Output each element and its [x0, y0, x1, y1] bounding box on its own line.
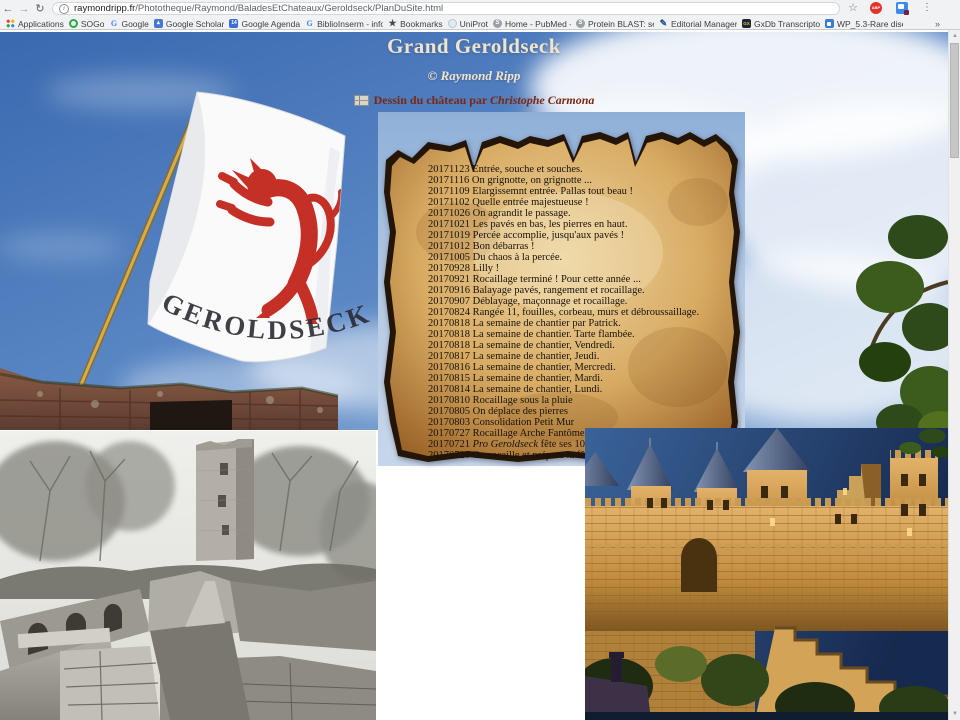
- journal-entry[interactable]: 20170816 La semaine de chantier, Mercred…: [428, 362, 728, 373]
- bookmark-label: GxDb Transcriptomic: [754, 19, 820, 29]
- back-icon[interactable]: ←: [0, 1, 16, 17]
- agenda-icon: 14: [229, 19, 238, 28]
- journal-entry[interactable]: 20170815 La semaine de chantier, Mardi.: [428, 373, 728, 384]
- star-black-icon: ★: [388, 19, 397, 28]
- leaf-cluster-overlay: [885, 420, 948, 460]
- browser-toolbar: ← → ↻ i raymondripp.fr/Phototheque/Raymo…: [0, 0, 960, 30]
- editorial-icon: ✎: [659, 19, 668, 28]
- bookmark-wp-5-3-rare-disease[interactable]: WP_5.3-Rare disease: [825, 19, 903, 29]
- address-bar[interactable]: i raymondripp.fr/Phototheque/Raymond/Bal…: [52, 2, 840, 15]
- bookmark-label: Google Scholar: [166, 19, 225, 29]
- journal-entry[interactable]: 20171012 Bon débarras !: [428, 241, 728, 252]
- scrollbar-thumb[interactable]: [950, 43, 959, 158]
- journal-entry[interactable]: 20171116 On grignotte, on grignotte ...: [428, 175, 728, 186]
- journal-entry[interactable]: 20171026 On agrandit le passage.: [428, 208, 728, 219]
- bookmark-biblioinserm-inform[interactable]: GBiblioInserm - inform: [305, 19, 383, 29]
- google-g-icon: G: [109, 19, 118, 28]
- journal-entry[interactable]: 20170810 Rocaillage sous la pluie: [428, 395, 728, 406]
- journal-entry[interactable]: 20170805 On déplace des pierres: [428, 406, 728, 417]
- night-castle-photo: [585, 428, 948, 720]
- journal-entry[interactable]: 20171021 Les pavés en bas, les pierres e…: [428, 219, 728, 230]
- bookmark-protein-blast-searc[interactable]: SProtein BLAST: searc: [576, 19, 654, 29]
- wp-icon: [825, 19, 834, 28]
- gx-icon: GX: [742, 19, 751, 28]
- bookmark-google[interactable]: GGoogle: [109, 19, 148, 29]
- sogo-icon: [69, 19, 78, 28]
- bookmark-star-icon[interactable]: ☆: [846, 1, 860, 15]
- bookmark-gxdb-transcriptomic[interactable]: GXGxDb Transcriptomic: [742, 19, 820, 29]
- vertical-scrollbar[interactable]: ▲ ▼: [948, 30, 960, 720]
- drawing-link-prefix: Dessin du château par: [374, 93, 487, 107]
- uniprot-icon: [448, 19, 457, 28]
- bookmark-label: SOGo: [81, 19, 105, 29]
- bookmark-uniprot[interactable]: UniProt: [448, 19, 488, 29]
- bookmark-label: WP_5.3-Rare disease: [837, 19, 903, 29]
- journal-entry[interactable]: 20170814 La semaine de chantier, Lundi.: [428, 384, 728, 395]
- bookmark-google-agenda[interactable]: 14Google Agenda: [229, 19, 300, 29]
- bookmark-label: BiblioInserm - inform: [317, 19, 383, 29]
- apps-grid-icon: [6, 19, 15, 28]
- journal-entry[interactable]: 20170818 La semaine de chantier, Vendred…: [428, 340, 728, 351]
- scroll-down-arrow-icon[interactable]: ▼: [949, 708, 960, 720]
- journal-entry[interactable]: 20171102 Quelle entrée majestueuse !: [428, 197, 728, 208]
- reload-icon[interactable]: ↻: [32, 1, 48, 17]
- journal-entry[interactable]: 20170818 La semaine de chantier par Patr…: [428, 318, 728, 329]
- journal-entry[interactable]: 20170928 Lilly !: [428, 263, 728, 274]
- drawing-link[interactable]: Dessin du château par Christophe Carmona: [0, 93, 948, 108]
- journal-entry[interactable]: 20171109 Elargissemnt entrée. Pallas tou…: [428, 186, 728, 197]
- journal-entry[interactable]: 20170818 La semaine de chantier. Tarte f…: [428, 329, 728, 340]
- journal-entry[interactable]: 20171005 Du chaos à la percée.: [428, 252, 728, 263]
- bookmark-label: Google: [121, 19, 148, 29]
- parchment-scroll: 20171123 Entrée, souche et souches.20171…: [378, 112, 745, 466]
- page-info-icon[interactable]: i: [59, 4, 69, 14]
- journal-entry[interactable]: 20170824 Rangée 11, fouilles, corbeau, m…: [428, 307, 728, 318]
- bookmark-home-pubmed-n[interactable]: SHome - PubMed - N: [493, 19, 571, 29]
- bookmark-sogo[interactable]: SOGo: [69, 19, 105, 29]
- bookmark-label: Bookmarks: [400, 19, 443, 29]
- journal-entry[interactable]: 20171019 Percée accomplie, jusqu'aux pav…: [428, 230, 728, 241]
- journal-entry[interactable]: 20171123 Entrée, souche et souches.: [428, 164, 728, 175]
- drawing-link-author: Christophe Carmona: [490, 93, 594, 107]
- ncbi-icon: S: [493, 19, 502, 28]
- chrome-menu-icon[interactable]: ⋮: [920, 1, 934, 15]
- scroll-up-arrow-icon[interactable]: ▲: [949, 30, 960, 42]
- journal-entry[interactable]: 20170817 La semaine de chantier, Jeudi.: [428, 351, 728, 362]
- screenshot-root: ← → ↻ i raymondripp.fr/Phototheque/Raymo…: [0, 0, 960, 720]
- bookmark-label: Editorial Manager®: [671, 19, 737, 29]
- messenger-extension-icon[interactable]: [896, 2, 908, 14]
- ncbi-icon: S: [576, 19, 585, 28]
- bookmark-bookmarks[interactable]: ★Bookmarks: [388, 19, 443, 29]
- forward-icon[interactable]: →: [16, 1, 32, 17]
- bookmark-label: Protein BLAST: searc: [588, 19, 654, 29]
- journal-list: 20171123 Entrée, souche et souches.20171…: [428, 164, 728, 461]
- navigation-bar: ← → ↻ i raymondripp.fr/Phototheque/Raymo…: [0, 0, 960, 17]
- scholar-icon: ▴: [154, 19, 163, 28]
- bookmarks-overflow-chevron[interactable]: »: [935, 19, 954, 29]
- adblock-extension-icon[interactable]: ABP: [870, 2, 882, 14]
- bookmark-label: Google Agenda: [241, 19, 300, 29]
- url-text[interactable]: raymondripp.fr/Phototheque/Raymond/Balad…: [74, 3, 443, 14]
- journal-entry[interactable]: 20170921 Rocaillage terminé ! Pour cette…: [428, 274, 728, 285]
- page-title: Grand Geroldseck: [0, 34, 948, 59]
- journal-entry[interactable]: 20170916 Balayage pavés, rangement et ro…: [428, 285, 728, 296]
- ruins-bw-photo: [0, 431, 376, 720]
- bookmark-label: Home - PubMed - N: [505, 19, 571, 29]
- google-g-icon: G: [305, 19, 314, 28]
- bookmark-google-scholar[interactable]: ▴Google Scholar: [154, 19, 225, 29]
- drawing-thumbnail-icon[interactable]: [354, 95, 369, 106]
- journal-entry[interactable]: 20170803 Consolidation Petit Mur: [428, 417, 728, 428]
- bookmark-label: UniProt: [460, 19, 488, 29]
- page-subtitle: © Raymond Ripp: [0, 68, 948, 84]
- bookmark-applications[interactable]: Applications: [6, 19, 64, 29]
- bookmark-editorial-manager-[interactable]: ✎Editorial Manager®: [659, 19, 737, 29]
- bookmarks-bar: ApplicationsSOGoGGoogle▴Google Scholar14…: [0, 17, 960, 30]
- bookmark-label: Applications: [18, 19, 64, 29]
- journal-entry[interactable]: 20170907 Déblayage, maçonnage et rocaill…: [428, 296, 728, 307]
